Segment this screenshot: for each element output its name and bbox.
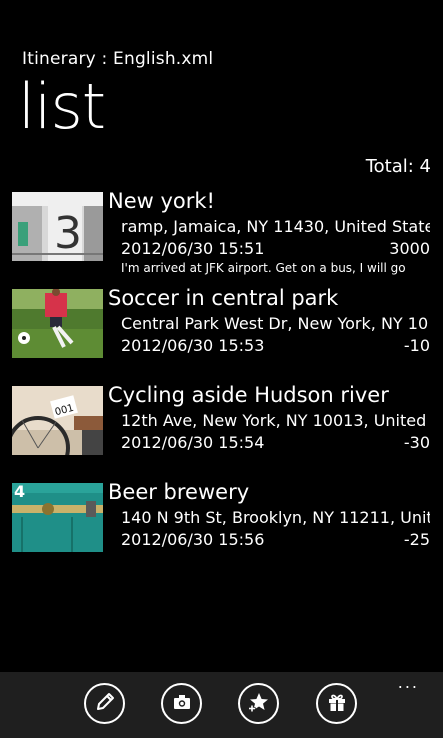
item-datetime: 2012/06/30 15:53 — [121, 336, 265, 355]
edit-icon — [94, 691, 116, 717]
app-title: Itinerary : English.xml — [22, 49, 214, 69]
item-title: Cycling aside Hudson river — [108, 383, 389, 407]
item-address: 140 N 9th St, Brooklyn, NY 11211, Unite — [121, 508, 430, 527]
bicycle-thumbnail: 001 — [12, 386, 103, 455]
list-item[interactable]: 3 New york! ramp, Jamaica, NY 11430, Uni… — [0, 188, 443, 278]
item-address: 12th Ave, New York, NY 10013, United — [121, 411, 427, 430]
svg-text:3: 3 — [54, 208, 82, 259]
item-note: I'm arrived at JFK airport. Get on a bus… — [121, 261, 406, 275]
item-address: Central Park West Dr, New York, NY 10 — [121, 314, 429, 333]
camera-icon — [171, 691, 193, 717]
list-item[interactable]: 001 Cycling aside Hudson river 12th Ave,… — [0, 382, 443, 472]
camera-button[interactable] — [161, 683, 202, 724]
item-distance: -30 — [403, 433, 430, 452]
svg-text:4: 4 — [14, 483, 25, 501]
more-options-button[interactable]: ... — [398, 675, 419, 691]
edit-button[interactable] — [84, 683, 125, 724]
item-title: New york! — [108, 189, 215, 213]
itinerary-list: 3 New york! ramp, Jamaica, NY 11430, Uni… — [0, 188, 443, 672]
item-datetime: 2012/06/30 15:51 — [121, 239, 265, 258]
gift-icon — [326, 691, 348, 717]
soccer-thumbnail — [12, 289, 103, 358]
brewery-door-thumbnail: 4 — [12, 483, 103, 552]
item-distance: 3000 — [389, 239, 430, 258]
item-title: Beer brewery — [108, 480, 250, 504]
item-title: Soccer in central park — [108, 286, 339, 310]
gift-button[interactable] — [316, 683, 357, 724]
add-favorite-button[interactable] — [238, 683, 279, 724]
list-item[interactable]: Soccer in central park Central Park West… — [0, 285, 443, 375]
airport-gate-thumbnail: 3 — [12, 192, 103, 261]
application-bar: ... — [0, 672, 443, 738]
item-datetime: 2012/06/30 15:54 — [121, 433, 265, 452]
total-count: Total: 4 — [365, 156, 431, 177]
item-distance: -25 — [403, 530, 430, 549]
star-add-icon — [248, 691, 270, 717]
page-title: list — [18, 70, 106, 143]
item-datetime: 2012/06/30 15:56 — [121, 530, 265, 549]
item-distance: -10 — [403, 336, 430, 355]
list-item[interactable]: 4 Beer brewery 140 N 9th St, Brooklyn, N… — [0, 479, 443, 569]
item-address: ramp, Jamaica, NY 11430, United States — [121, 217, 430, 236]
